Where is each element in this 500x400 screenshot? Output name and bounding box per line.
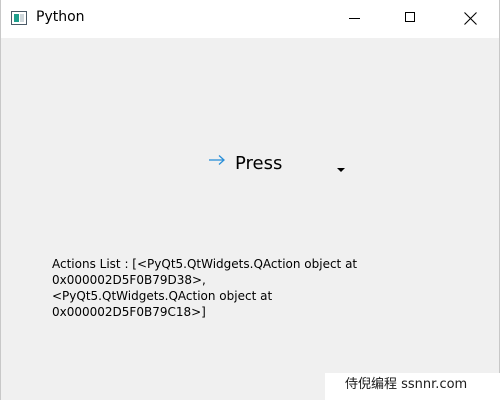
app-icon-pane-right (20, 14, 24, 22)
maximize-button[interactable] (387, 0, 433, 38)
maximize-icon (405, 12, 415, 22)
window-title: Python (36, 9, 85, 25)
client-area: Press Actions List : [<PyQt5.QtWidgets.Q… (1, 38, 499, 400)
press-tool-button[interactable]: Press (201, 142, 351, 186)
minimize-button[interactable] (332, 0, 378, 38)
right-arrow-icon (209, 155, 225, 165)
python-app-icon[interactable] (11, 11, 27, 25)
actions-list-label: Actions List : [<PyQt5.QtWidgets.QAction… (52, 257, 358, 319)
close-icon (464, 12, 477, 25)
app-icon-pane-left (14, 14, 19, 22)
watermark: 侍倪编程 ssnnr.com (325, 373, 500, 400)
title-bar[interactable]: Python (1, 0, 499, 38)
minimize-icon (349, 18, 360, 19)
chevron-down-icon[interactable] (337, 168, 345, 172)
application-window: Python Press Actions List : [<PyQt5.QtWi… (0, 0, 500, 400)
press-button-label: Press (235, 153, 283, 174)
close-button[interactable] (447, 0, 493, 38)
